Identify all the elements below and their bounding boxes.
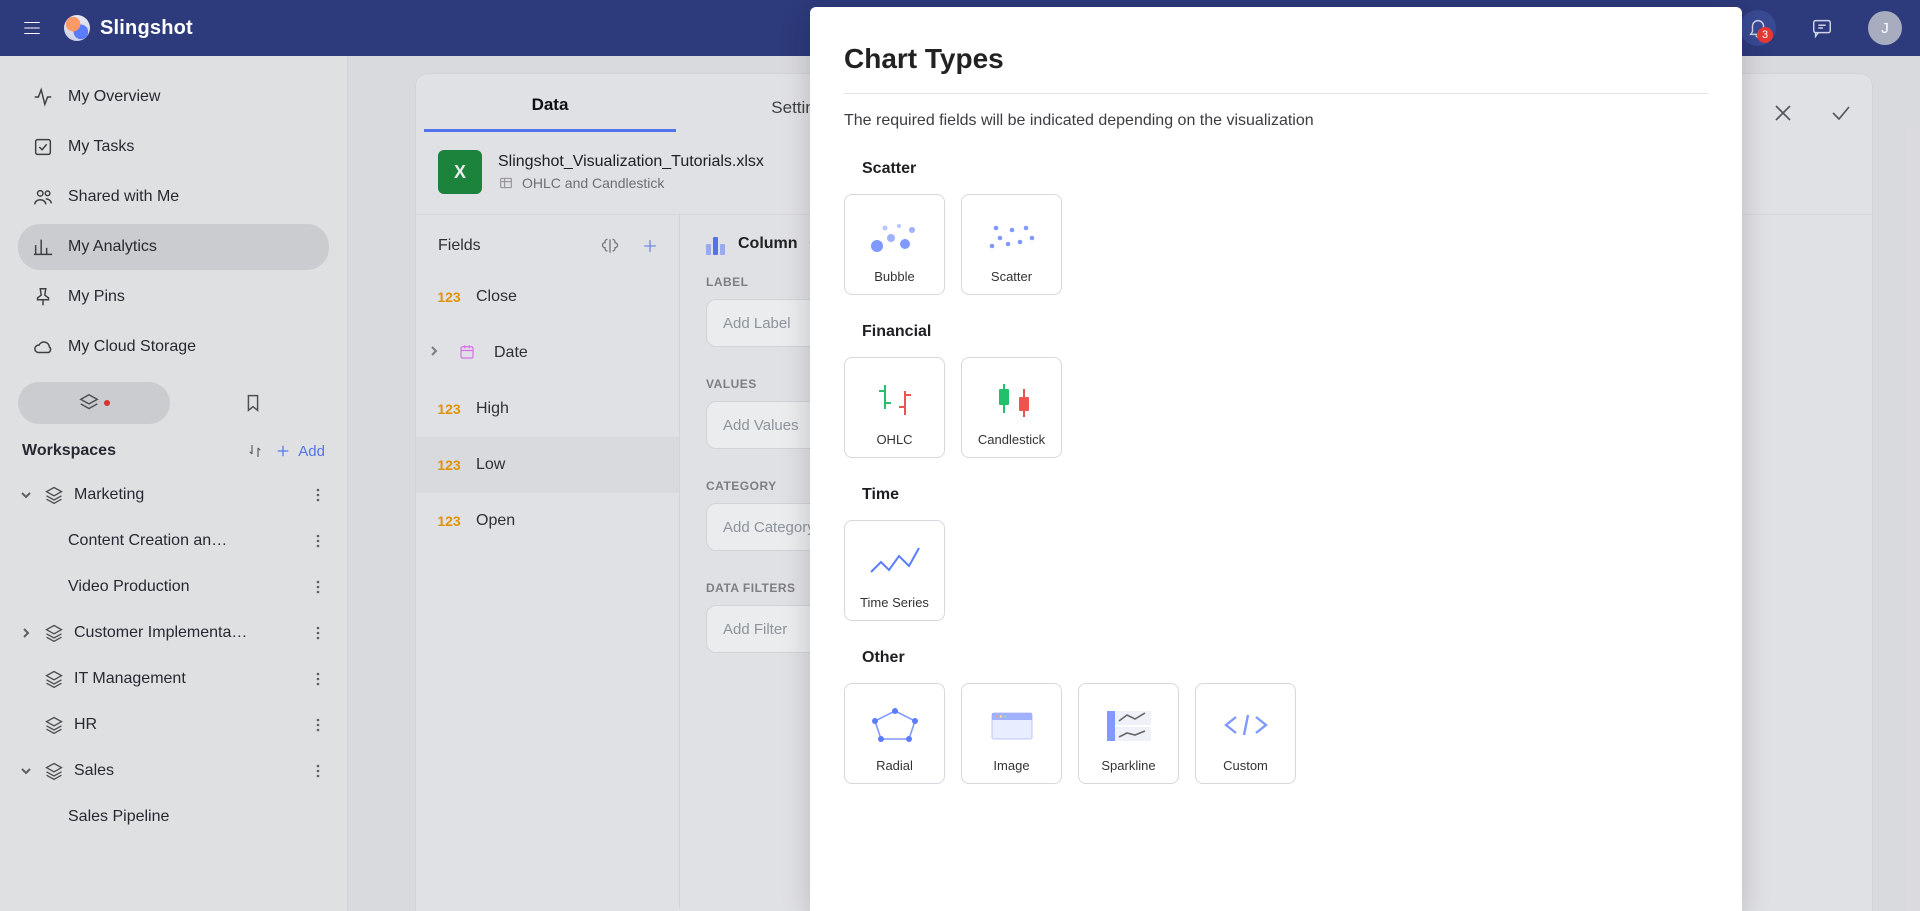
ohlc-chart-icon [865,374,925,424]
brand-name: Slingshot [100,17,193,40]
card-label: Sparkline [1101,758,1155,773]
card-label: OHLC [876,432,912,447]
timeseries-chart-icon [865,537,925,587]
card-label: Time Series [860,595,929,610]
image-chart-icon [982,700,1042,750]
modal-hint: The required fields will be indicated de… [844,112,1708,130]
chart-type-candlestick[interactable]: Candlestick [961,357,1062,458]
bubble-chart-icon [865,211,925,261]
chart-type-scatter[interactable]: Scatter [961,194,1062,295]
notifications-button[interactable]: 3 [1740,10,1776,46]
radial-chart-icon [865,700,925,750]
chart-type-timeseries[interactable]: Time Series [844,520,945,621]
group-scatter-title: Scatter [862,160,1708,178]
chat-icon [1811,17,1833,39]
notifications-badge: 3 [1757,27,1773,43]
custom-chart-icon [1216,700,1276,750]
chart-type-bubble[interactable]: Bubble [844,194,945,295]
group-financial-title: Financial [862,323,1708,341]
chart-type-custom[interactable]: Custom [1195,683,1296,784]
card-label: Candlestick [978,432,1045,447]
group-time-title: Time [862,486,1708,504]
card-label: Radial [876,758,913,773]
hamburger-button[interactable] [18,14,46,42]
card-label: Scatter [991,269,1032,284]
modal-title: Chart Types [844,43,1708,75]
card-label: Image [993,758,1029,773]
chart-type-ohlc[interactable]: OHLC [844,357,945,458]
brand: Slingshot [64,15,193,41]
candlestick-chart-icon [982,374,1042,424]
sparkline-chart-icon [1099,700,1159,750]
chart-type-sparkline[interactable]: Sparkline [1078,683,1179,784]
avatar[interactable]: J [1868,11,1902,45]
chart-type-radial[interactable]: Radial [844,683,945,784]
card-label: Bubble [874,269,914,284]
chat-button[interactable] [1804,10,1840,46]
brand-logo-icon [64,15,90,41]
group-other-title: Other [862,649,1708,667]
chart-type-image[interactable]: Image [961,683,1062,784]
chart-types-modal: Chart Types The required fields will be … [810,7,1742,911]
scatter-chart-icon [982,211,1042,261]
top-icons: 3 J [1740,10,1902,46]
card-label: Custom [1223,758,1268,773]
